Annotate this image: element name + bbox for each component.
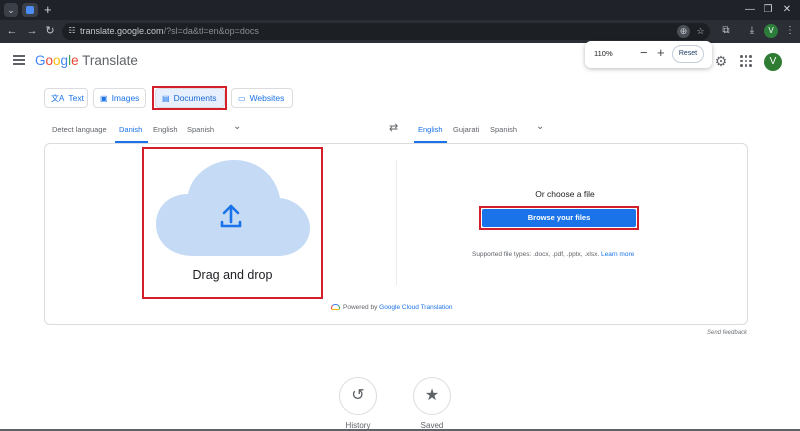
lang-detect[interactable]: Detect language (52, 125, 107, 134)
history-icon: ↺ (351, 387, 365, 404)
website-icon: ▭ (238, 94, 246, 103)
mode-images-button[interactable]: ▣ Images (93, 88, 146, 108)
new-tab-button[interactable]: + (44, 2, 52, 18)
browser-menu-icon[interactable]: ⋮ (782, 23, 798, 39)
minimize-icon[interactable]: — (742, 2, 758, 18)
settings-gear-icon[interactable]: ⚙ (713, 53, 729, 69)
lang-target-spanish[interactable]: Spanish (490, 125, 517, 134)
zoom-out-button[interactable]: − (640, 45, 648, 61)
zoom-level-text: 110% (594, 49, 613, 58)
google-translate-logo[interactable]: Google Translate (35, 53, 138, 68)
download-icon[interactable]: ⤓ (744, 23, 760, 39)
google-cloud-translation-link[interactable]: Google Cloud Translation (379, 304, 452, 311)
main-menu-icon[interactable] (13, 55, 25, 65)
reload-icon[interactable]: ↻ (42, 23, 58, 39)
zoom-popup: 110% − + Reset (585, 41, 712, 68)
address-bar[interactable]: ☷ translate.google.com/?sl=da&tl=en&op=d… (62, 23, 710, 40)
account-avatar[interactable]: V (764, 53, 782, 71)
lang-source-spanish[interactable]: Spanish (187, 125, 214, 134)
close-window-icon[interactable]: ✕ (779, 2, 795, 18)
powered-by-text: Powered by Google Cloud Translation (331, 304, 453, 311)
translate-icon: 文A (51, 94, 65, 103)
back-icon[interactable]: ← (4, 23, 20, 39)
image-icon: ▣ (100, 94, 108, 103)
zoom-in-button[interactable]: + (657, 45, 665, 61)
product-name: Translate (82, 53, 138, 68)
mode-text-button[interactable]: 文A Text (44, 88, 88, 108)
zoom-reset-button[interactable]: Reset (672, 45, 704, 63)
highlight-dropzone-box (142, 147, 323, 299)
panel-divider (396, 160, 397, 285)
maximize-icon[interactable]: ❐ (760, 2, 776, 18)
extensions-icon[interactable]: ⧉ (718, 23, 734, 39)
url-text[interactable]: translate.google.com/?sl=da&tl=en&op=doc… (80, 26, 259, 36)
history-button[interactable]: ↺ (339, 377, 377, 415)
google-apps-icon[interactable] (740, 55, 752, 67)
supported-file-types: Supported file types: .docx, .pdf, .pptx… (472, 251, 635, 258)
saved-button[interactable]: ★ (413, 377, 451, 415)
highlight-browse-box (479, 206, 639, 230)
tab-search-button[interactable]: ⌄ (4, 3, 18, 17)
lang-target-gujarati[interactable]: Gujarati (453, 125, 479, 134)
mode-websites-button[interactable]: ▭ Websites (231, 88, 293, 108)
lang-target-english[interactable]: English (418, 125, 443, 134)
swap-languages-icon[interactable]: ⇄ (389, 121, 398, 134)
lang-source-danish[interactable]: Danish (119, 125, 142, 134)
bookmark-star-icon[interactable]: ☆ (694, 25, 707, 38)
target-more-languages-icon[interactable]: ⌄ (536, 121, 544, 132)
site-info-icon[interactable]: ☷ (66, 25, 78, 37)
source-more-languages-icon[interactable]: ⌄ (233, 121, 241, 132)
browser-tab[interactable] (22, 3, 38, 17)
choose-file-title: Or choose a file (535, 189, 595, 199)
lang-source-english[interactable]: English (153, 125, 178, 134)
send-feedback-link[interactable]: Send feedback (707, 330, 747, 336)
translate-favicon-icon (26, 6, 34, 14)
browser-profile-avatar[interactable]: V (764, 24, 778, 38)
browser-tab-strip: ⌄ + — ❐ ✕ (0, 0, 800, 20)
browser-toolbar: ← → ↻ ☷ translate.google.com/?sl=da&tl=e… (0, 20, 800, 43)
highlight-documents-box (152, 86, 227, 110)
zoom-icon[interactable]: ⊕ (677, 25, 690, 38)
learn-more-link[interactable]: Learn more (601, 251, 634, 258)
forward-icon[interactable]: → (24, 23, 40, 39)
star-icon: ★ (424, 387, 440, 404)
google-cloud-icon (331, 304, 340, 310)
